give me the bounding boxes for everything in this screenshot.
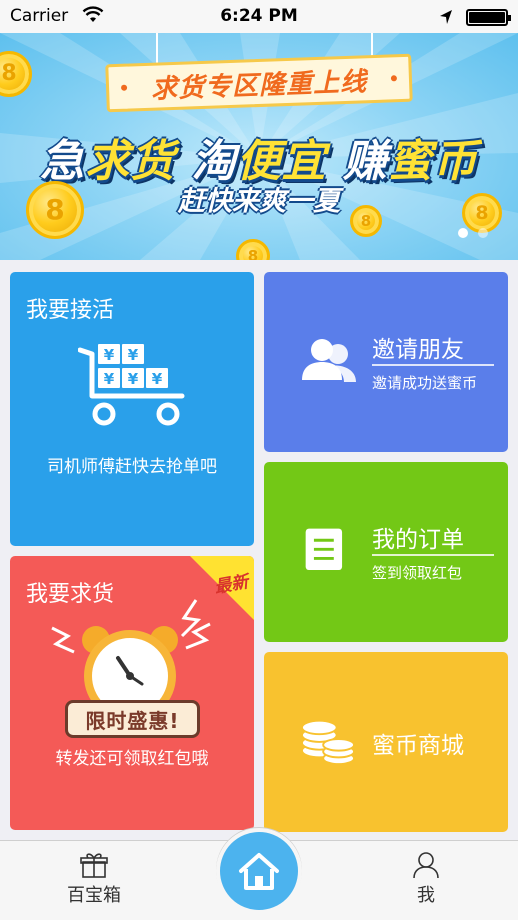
orders-divider xyxy=(372,554,494,556)
orders-title: 我的订单 xyxy=(372,527,464,553)
people-icon xyxy=(302,339,356,382)
svg-text:¥: ¥ xyxy=(128,370,139,388)
house-icon xyxy=(239,853,279,890)
invite-subtitle: 邀请成功送蜜币 xyxy=(372,374,478,392)
request-goods-tile[interactable]: 我要求货 最新 限时盛惠! 转发还可领取红包哦 xyxy=(10,556,254,830)
invite-friends-tile[interactable]: 邀请朋友 邀请成功送蜜币 xyxy=(264,272,508,452)
coin-icon: 8 xyxy=(0,51,32,97)
gift-box-icon xyxy=(80,853,108,878)
pager-dot-active[interactable] xyxy=(458,228,468,238)
my-orders-tile[interactable]: 我的订单 签到领取红包 xyxy=(264,462,508,642)
svg-text:¥: ¥ xyxy=(128,346,139,364)
hanging-string xyxy=(156,33,158,63)
svg-text:¥: ¥ xyxy=(152,370,163,388)
take-job-title: 我要接活 xyxy=(26,298,115,323)
coin-mall-tile[interactable]: 蜜币商城 xyxy=(264,652,508,832)
svg-text:¥: ¥ xyxy=(104,370,115,388)
take-job-tile[interactable]: 我要接活 ¥ ¥ ¥ ¥ ¥ 司机师傅赶快去抢单吧 xyxy=(10,272,254,546)
document-icon xyxy=(305,528,343,571)
take-job-caption: 司机师傅赶快去抢单吧 xyxy=(47,457,217,477)
orders-subtitle: 签到领取红包 xyxy=(372,564,463,582)
pager-dot[interactable] xyxy=(478,228,488,238)
tab-treasure-box[interactable]: 百宝箱 xyxy=(34,841,154,920)
person-icon xyxy=(413,852,439,879)
banner-tag-text: 求货专区隆重上线 xyxy=(150,66,368,105)
coin-stack-icon xyxy=(300,719,356,766)
battery-icon xyxy=(466,9,511,26)
promo-banner[interactable]: 求货专区隆重上线 急求货 淘便宜 赚蜜币 赶快来爽一夏 8 8 8 8 8 xyxy=(0,33,518,260)
status-bar: Carrier 6:24 PM xyxy=(0,0,518,33)
cart-with-yen-boxes-icon: ¥ ¥ ¥ ¥ ¥ xyxy=(78,344,185,426)
coin-icon: 8 xyxy=(350,205,382,237)
mall-title: 蜜币商城 xyxy=(372,733,464,759)
location-arrow-icon xyxy=(440,10,452,24)
tab-treasure-box-label: 百宝箱 xyxy=(67,885,121,906)
svg-text:¥: ¥ xyxy=(104,346,115,364)
invite-title: 邀请朋友 xyxy=(372,337,464,363)
request-goods-caption: 转发还可领取红包哦 xyxy=(55,749,209,769)
tab-me[interactable]: 我 xyxy=(366,841,486,920)
limited-offer-label: 限时盛惠! xyxy=(65,700,200,738)
invite-divider xyxy=(372,364,494,366)
coin-icon: 8 xyxy=(462,193,502,233)
banner-pager[interactable] xyxy=(458,228,488,238)
home-button[interactable] xyxy=(216,828,302,914)
tab-me-label: 我 xyxy=(417,885,435,906)
coin-icon: 8 xyxy=(236,239,270,260)
coin-icon: 8 xyxy=(26,181,84,239)
